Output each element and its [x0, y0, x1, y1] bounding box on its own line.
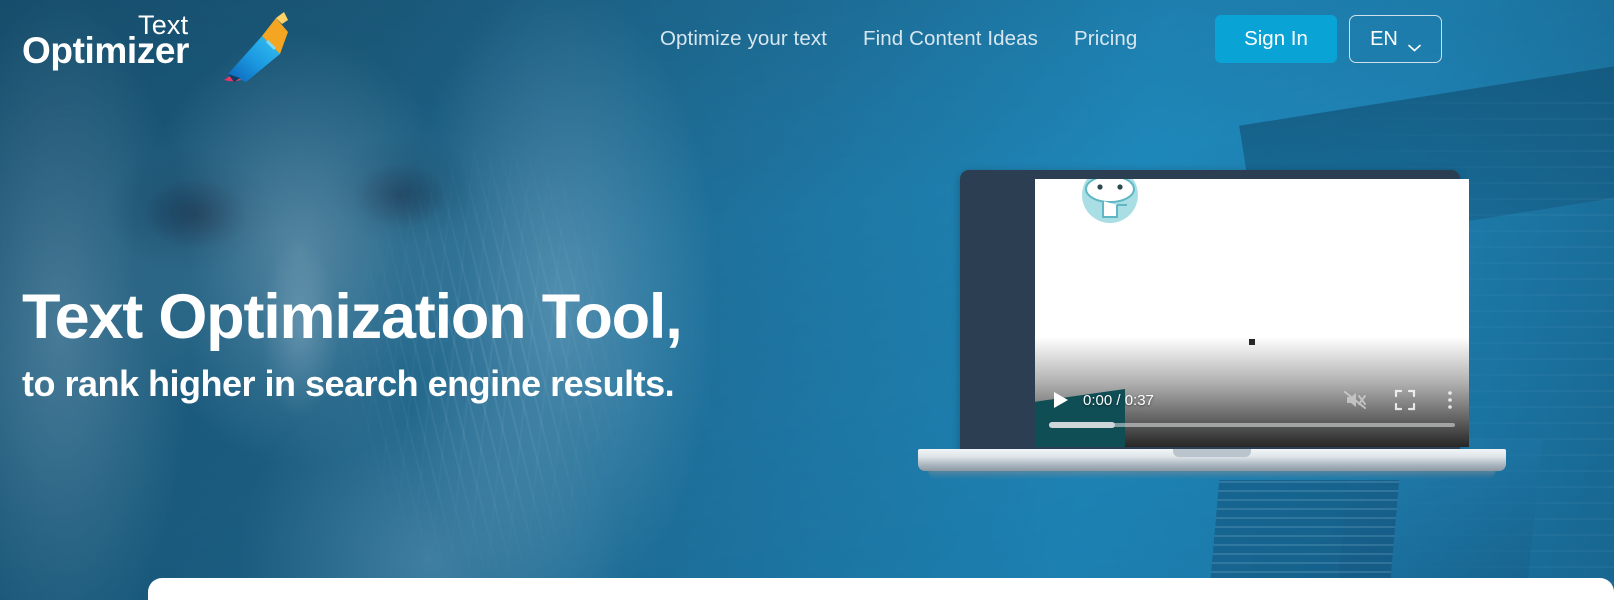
- mascot-avatar-icon: [1073, 179, 1147, 225]
- hero-copy: Text Optimization Tool, to rank higher i…: [22, 282, 683, 404]
- language-selector[interactable]: EN: [1349, 15, 1442, 63]
- nav-link-pricing[interactable]: Pricing: [1056, 27, 1155, 51]
- video-controls: 0:00 / 0:37: [1035, 383, 1469, 417]
- volume-muted-icon[interactable]: [1343, 388, 1367, 412]
- page-subtitle: to rank higher in search engine results.: [22, 362, 675, 404]
- chevron-down-icon: [1408, 35, 1421, 52]
- pencil-rocket-icon: [210, 6, 294, 88]
- laptop-base: [918, 449, 1506, 471]
- laptop-mockup: 0:00 / 0:37: [918, 170, 1506, 490]
- content-card-top-edge: [148, 578, 1614, 600]
- site-header: Text Optimizer Optimize your text Find C…: [0, 0, 1614, 82]
- video-time-display: 0:00 / 0:37: [1083, 391, 1154, 409]
- language-selector-label: EN: [1370, 27, 1398, 50]
- logo-text-bottom: Optimizer: [22, 30, 190, 71]
- logo[interactable]: Text Optimizer: [20, 4, 290, 82]
- video-progress-bar[interactable]: [1049, 422, 1455, 428]
- fullscreen-icon[interactable]: [1393, 388, 1417, 412]
- nav-link-optimize-your-text[interactable]: Optimize your text: [660, 27, 845, 51]
- hero-section: Text Optimizer Optimize your text Find C…: [0, 0, 1614, 600]
- laptop-lid: 0:00 / 0:37: [960, 170, 1469, 453]
- content-card-decoration: [162, 584, 312, 600]
- sign-in-button[interactable]: Sign In: [1215, 15, 1337, 63]
- more-vertical-icon[interactable]: [1447, 388, 1453, 412]
- play-icon[interactable]: [1049, 389, 1071, 411]
- page-title: Text Optimization Tool,: [22, 282, 683, 352]
- main-nav: Optimize your text Find Content Ideas Pr…: [660, 0, 1155, 78]
- nav-link-find-content-ideas[interactable]: Find Content Ideas: [845, 27, 1056, 51]
- video-player[interactable]: 0:00 / 0:37: [1035, 179, 1469, 447]
- video-progress-handle[interactable]: [1049, 422, 1115, 428]
